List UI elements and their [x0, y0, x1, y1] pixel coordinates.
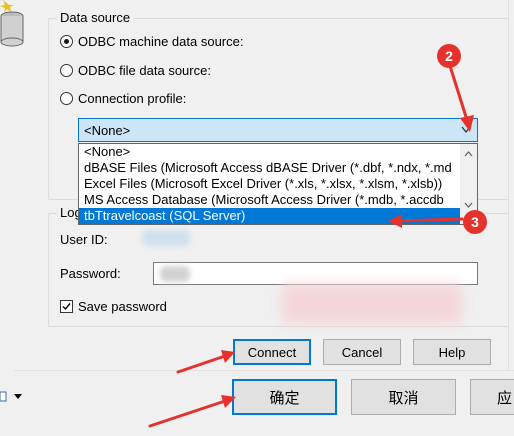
redaction-blur: [160, 266, 190, 282]
checkbox[interactable]: [60, 299, 73, 313]
bottom-divider: [14, 370, 514, 371]
arrow-to-ok: [148, 395, 236, 428]
right-panel-edge: [508, 0, 514, 370]
radio-label: ODBC machine data source:: [78, 33, 244, 49]
connection-profile-combo[interactable]: <None>: [78, 118, 478, 142]
checkbox-label: Save password: [78, 298, 167, 314]
radio-button[interactable]: [60, 91, 73, 105]
radio-connection-profile[interactable]: Connection profile:: [60, 89, 186, 107]
check-icon: [62, 302, 71, 310]
cancel-dialog-label: 取消: [388, 389, 419, 407]
dropdown-item-selected[interactable]: tbTtravelcoast (SQL Server): [79, 208, 477, 224]
save-password-checkbox[interactable]: Save password: [60, 297, 167, 315]
cancel-button[interactable]: Cancel: [323, 339, 401, 365]
scroll-up-icon[interactable]: [460, 147, 477, 161]
radio-odbc-machine[interactable]: ODBC machine data source:: [60, 32, 243, 50]
connect-label: Connect: [247, 344, 297, 360]
combo-value: <None>: [84, 122, 131, 138]
dropdown-item[interactable]: <None>: [79, 144, 477, 160]
user-id-label: User ID:: [60, 232, 108, 247]
cancel-dialog-button[interactable]: 取消: [351, 379, 456, 415]
apply-button[interactable]: 应: [470, 379, 514, 415]
redaction-blur: [142, 230, 190, 246]
step-3-marker: 3: [463, 210, 487, 234]
redaction-blur: [282, 284, 462, 324]
connection-profile-dropdown[interactable]: <None> dBASE Files (Microsoft Access dBA…: [78, 143, 478, 225]
cancel-label: Cancel: [341, 344, 383, 360]
password-field[interactable]: [153, 262, 478, 285]
radio-label: Connection profile:: [78, 90, 187, 106]
ok-label: 确定: [269, 389, 300, 407]
dropdown-item[interactable]: MS Access Database (Microsoft Access Dri…: [79, 192, 477, 208]
user-id-field[interactable]: [153, 229, 478, 252]
table-icon[interactable]: [0, 391, 24, 403]
apply-label: 应: [497, 389, 513, 407]
radio-button[interactable]: [60, 63, 73, 77]
help-label: Help: [438, 344, 466, 360]
ok-button[interactable]: 确定: [232, 379, 337, 415]
database-icon: [0, 11, 24, 47]
radio-odbc-file[interactable]: ODBC file data source:: [60, 61, 211, 79]
chevron-down-icon[interactable]: [461, 124, 471, 136]
data-source-legend: Data source: [57, 11, 134, 25]
arrow-to-connect: [176, 350, 235, 374]
step-2-marker: 2: [437, 44, 461, 68]
radio-label: ODBC file data source:: [78, 62, 211, 78]
dropdown-item[interactable]: Excel Files (Microsoft Excel Driver (*.x…: [79, 176, 477, 192]
help-button[interactable]: Help: [413, 339, 491, 365]
radio-button[interactable]: [60, 34, 73, 48]
connect-button[interactable]: Connect: [233, 339, 311, 365]
password-label: Password:: [60, 266, 121, 281]
dropdown-item[interactable]: dBASE Files (Microsoft Access dBASE Driv…: [79, 160, 477, 176]
